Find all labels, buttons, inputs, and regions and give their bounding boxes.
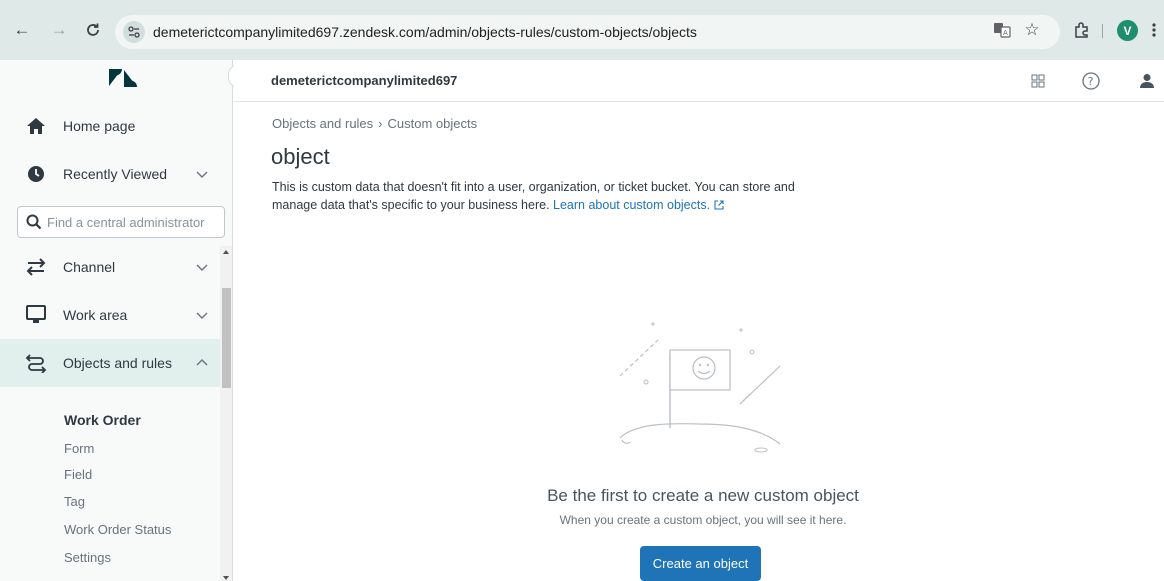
sidebar-item-objects-and-rules[interactable]: Objects and rules xyxy=(0,339,232,387)
extensions-icon[interactable] xyxy=(1072,20,1092,40)
search-icon xyxy=(26,214,42,230)
monitor-icon xyxy=(24,303,48,327)
objects-rules-icon xyxy=(24,351,48,375)
page-title: object xyxy=(271,144,330,169)
account-name: demeterictcompanylimited697 xyxy=(271,73,458,88)
user-profile-icon[interactable] xyxy=(1136,70,1158,92)
sidebar-subitem-field[interactable]: Field xyxy=(64,467,92,482)
sidebar-item-recently-viewed[interactable]: Recently Viewed xyxy=(0,151,232,197)
admin-sidebar: Home page Recently Viewed Channel Work a… xyxy=(0,60,233,581)
sidebar-subitem-form[interactable]: Form xyxy=(64,441,94,456)
sidebar-item-channel[interactable]: Channel xyxy=(0,244,232,290)
sidebar-item-home[interactable]: Home page xyxy=(0,103,232,149)
page-description: This is custom data that doesn't fit int… xyxy=(272,178,802,214)
url-text: demeterictcompanylimited697.zendesk.com/… xyxy=(153,24,697,40)
sidebar-search[interactable] xyxy=(17,206,225,238)
breadcrumb: Objects and rules › Custom objects xyxy=(272,116,477,131)
site-settings-icon[interactable] xyxy=(123,21,145,43)
chevron-down-icon[interactable] xyxy=(195,260,209,274)
sidebar-item-work-area[interactable]: Work area xyxy=(0,292,232,338)
profile-avatar[interactable]: V xyxy=(1117,20,1138,41)
toolbar-divider xyxy=(1102,24,1103,38)
empty-state-flag-illustration xyxy=(619,322,781,453)
address-bar[interactable]: demeterictcompanylimited697.zendesk.com/… xyxy=(115,15,1060,49)
sidebar-subitem-work-order[interactable]: Work Order xyxy=(64,412,141,428)
product-tray-icon[interactable] xyxy=(1027,70,1049,92)
chevron-down-icon[interactable] xyxy=(195,308,209,322)
breadcrumb-separator: › xyxy=(378,116,383,131)
browser-toolbar: ← → demeterictcompanylimited697.zendesk.… xyxy=(0,0,1164,60)
learn-more-link[interactable]: Learn about custom objects. xyxy=(553,198,724,212)
sidebar-item-label: Work area xyxy=(63,307,128,323)
sidebar-scroll-thumb[interactable] xyxy=(222,288,231,388)
sidebar-subitem-work-order-status[interactable]: Work Order Status xyxy=(64,522,171,537)
scroll-up-arrow-icon[interactable] xyxy=(223,250,229,254)
breadcrumb-current: Custom objects xyxy=(387,116,478,131)
sidebar-subitem-tag[interactable]: Tag xyxy=(64,494,85,509)
sidebar-item-label: Channel xyxy=(63,259,116,275)
search-input[interactable] xyxy=(47,212,222,232)
chevron-up-icon[interactable] xyxy=(195,356,209,370)
sidebar-item-label: Home page xyxy=(63,118,136,134)
translate-icon[interactable]: A xyxy=(992,20,1012,40)
more-menu-icon[interactable] xyxy=(1148,20,1160,40)
sidebar-item-label: Recently Viewed xyxy=(63,166,168,182)
forward-icon[interactable]: → xyxy=(49,20,69,40)
back-icon[interactable]: ← xyxy=(12,20,32,40)
top-header: demeterictcompanylimited697 ? xyxy=(234,60,1164,102)
create-object-button[interactable]: Create an object xyxy=(640,546,761,581)
sidebar-subitem-settings[interactable]: Settings xyxy=(64,550,111,565)
empty-state-title: Be the first to create a new custom obje… xyxy=(547,486,859,505)
home-icon xyxy=(24,114,48,138)
scroll-down-arrow-icon[interactable] xyxy=(223,576,229,580)
clock-icon xyxy=(24,162,48,186)
reload-icon[interactable] xyxy=(83,20,103,40)
chevron-down-icon[interactable] xyxy=(195,167,209,181)
empty-state-subtitle: When you create a custom object, you wil… xyxy=(559,513,847,527)
svg-text:?: ? xyxy=(1088,75,1094,88)
breadcrumb-parent-link[interactable]: Objects and rules xyxy=(272,116,373,131)
svg-text:A: A xyxy=(1003,29,1008,37)
help-icon[interactable]: ? xyxy=(1080,70,1102,92)
external-link-icon xyxy=(714,200,724,210)
channel-arrows-icon xyxy=(24,255,48,279)
bookmark-star-icon[interactable]: ☆ xyxy=(1022,20,1042,40)
sidebar-item-label: Objects and rules xyxy=(63,355,172,371)
zendesk-logo[interactable] xyxy=(108,68,138,88)
